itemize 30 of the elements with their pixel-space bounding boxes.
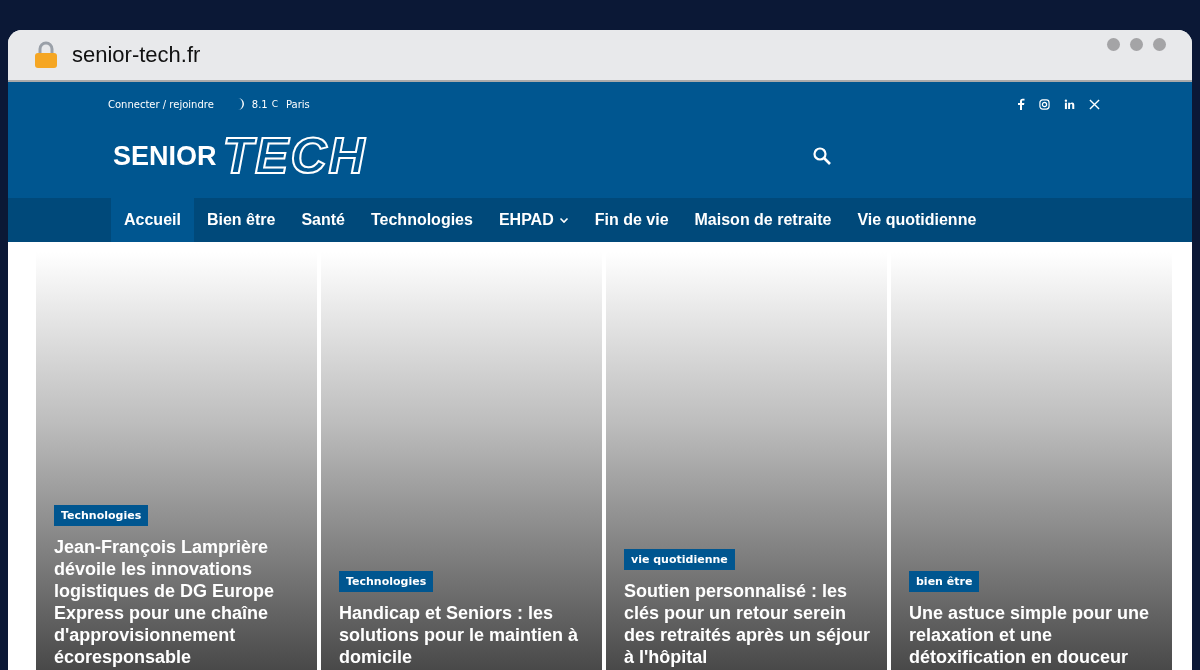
city-text: Paris <box>286 98 310 110</box>
nav-item[interactable]: Maison de retraite <box>681 198 845 242</box>
category-tag[interactable]: bien être <box>909 571 980 592</box>
category-tag[interactable]: Technologies <box>54 505 149 526</box>
linkedin-icon[interactable] <box>1064 98 1075 110</box>
article-title[interactable]: Jean-François Lamprière dévoile les innovations logistiques de DG Europe Express pour une chaîne d'approvisionnement écoresponsable <box>54 536 301 668</box>
window-dot-icon[interactable] <box>1107 38 1120 51</box>
article-title[interactable]: Une astuce simple pour une relaxation et une détoxification en douceur <box>909 602 1156 668</box>
nav-item[interactable]: Accueil <box>111 198 194 242</box>
category-tag[interactable]: vie quotidienne <box>624 549 735 570</box>
facebook-icon[interactable] <box>1017 98 1025 110</box>
nav-item[interactable]: Vie quotidienne <box>844 198 990 242</box>
login-link[interactable]: Connecter / rejoindre <box>108 98 214 110</box>
nav-item[interactable]: EHPAD <box>485 198 582 242</box>
nav-item[interactable]: Technologies <box>357 198 486 242</box>
temperature-text: 8.1 <box>251 98 268 110</box>
temperature-unit: C <box>271 99 278 109</box>
padlock-icon <box>34 41 58 69</box>
article-title[interactable]: Soutien personnalisé : les clés pour un retour serein des retraités après un séjour à l'hôpital <box>624 580 871 668</box>
nav-item[interactable]: Fin de vie <box>581 198 682 242</box>
article-title[interactable]: Handicap et Seniors : les solutions pour le maintien à domicile <box>339 602 586 668</box>
window-dot-icon[interactable] <box>1153 38 1166 51</box>
x-icon[interactable] <box>1089 98 1100 110</box>
search-icon[interactable] <box>811 146 832 166</box>
instagram-icon[interactable] <box>1039 98 1050 110</box>
nav-item[interactable]: Bien être <box>193 198 289 242</box>
url-text[interactable]: senior-tech.fr <box>72 42 201 68</box>
window-dot-icon[interactable] <box>1130 38 1143 51</box>
nav-item[interactable]: Santé <box>288 198 358 242</box>
category-tag[interactable]: Technologies <box>339 571 434 592</box>
